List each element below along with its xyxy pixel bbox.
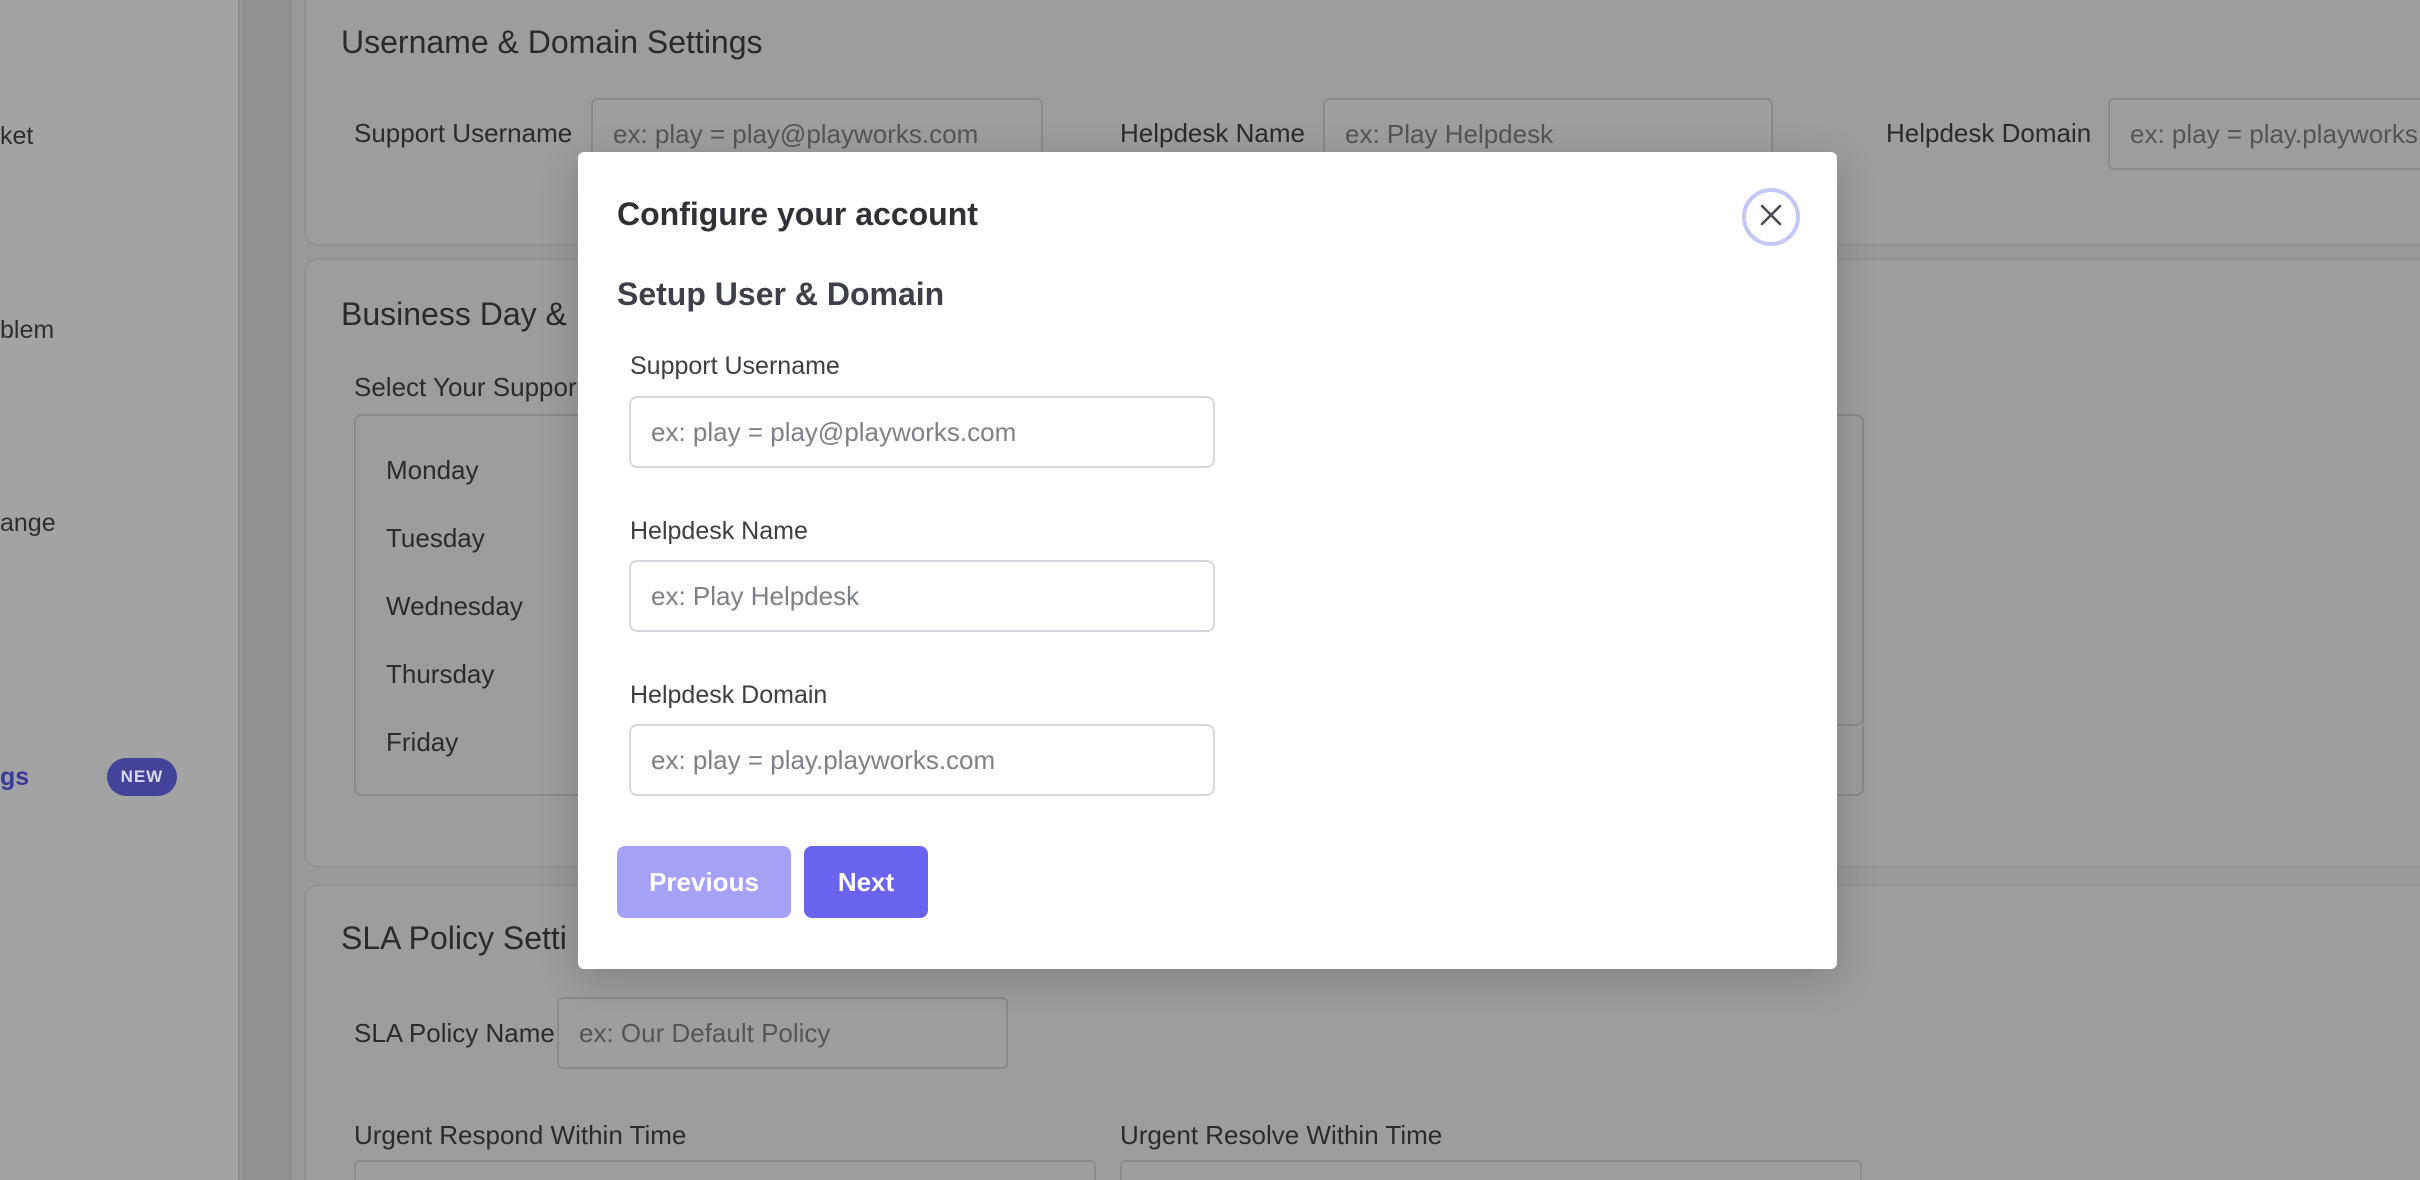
bg-sla-policy-name-label: SLA Policy Name [354,1018,555,1048]
helpdesk-name-label: Helpdesk Name [630,517,808,545]
bg-sla-policy-name-input[interactable]: ex: Our Default Policy [557,997,1008,1069]
sla-section-title: SLA Policy Setti [341,920,567,956]
bg-helpdesk-domain-input[interactable]: ex: play = play.playworks.com [2108,98,2420,170]
modal-subtitle: Setup User & Domain [617,276,945,312]
helpdesk-name-input[interactable] [629,560,1215,632]
day-monday[interactable]: Monday [386,455,479,486]
day-thursday[interactable]: Thursday [386,659,494,690]
username-section-title: Username & Domain Settings [341,24,763,60]
helpdesk-domain-label: Helpdesk Domain [630,681,828,709]
bg-urgent-resolve-input[interactable] [1120,1160,1862,1180]
new-badge: NEW [107,758,177,796]
bg-support-username-label: Support Username [354,118,573,148]
modal-title: Configure your account [617,196,978,232]
sidebar-item-settings[interactable]: gs [0,763,29,792]
bg-urgent-resolve-label: Urgent Resolve Within Time [1120,1120,1443,1150]
previous-button[interactable]: Previous [617,846,791,918]
bg-urgent-respond-input[interactable] [354,1160,1096,1180]
day-friday[interactable]: Friday [386,727,458,758]
sidebar-gutter [242,0,292,1180]
day-tuesday[interactable]: Tuesday [386,523,485,554]
close-button[interactable] [1742,188,1800,246]
next-button[interactable]: Next [804,846,928,918]
configure-account-modal: Configure your account Setup User & Doma… [578,152,1837,969]
support-username-input[interactable] [629,396,1215,468]
bg-urgent-respond-label: Urgent Respond Within Time [354,1120,687,1150]
helpdesk-domain-input[interactable] [629,724,1215,796]
support-username-label: Support Username [630,352,840,380]
bg-helpdesk-name-label: Helpdesk Name [1120,118,1305,148]
bg-select-support-label: Select Your Suppor [354,372,577,402]
sidebar-item-change[interactable]: ange [0,509,56,538]
close-icon [1758,202,1784,233]
day-wednesday[interactable]: Wednesday [386,591,523,622]
sidebar-item-ticket[interactable]: ket [0,122,33,151]
business-section-title: Business Day & [341,296,567,332]
sidebar: ket blem ange gs NEW [0,0,240,1180]
bg-helpdesk-domain-label: Helpdesk Domain [1886,118,2092,148]
sidebar-item-problem[interactable]: blem [0,316,54,345]
